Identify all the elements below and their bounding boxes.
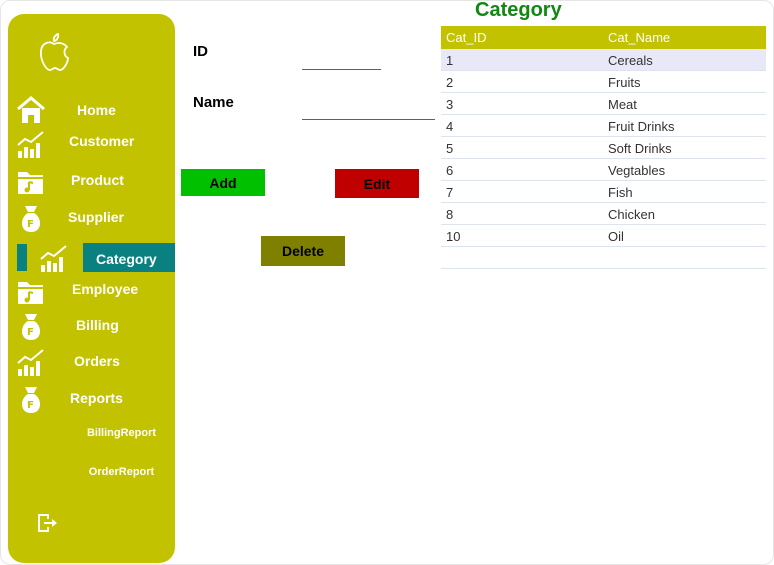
table-empty-row: [441, 247, 766, 269]
svg-text:F: F: [27, 219, 34, 230]
logout-icon[interactable]: [36, 512, 58, 534]
id-input[interactable]: [302, 48, 381, 70]
cell-cat-id: 2: [446, 75, 454, 90]
billing-report-button[interactable]: BillingReport: [68, 415, 175, 451]
column-header-cat-id[interactable]: Cat_ID: [446, 30, 486, 45]
chart-icon: [40, 245, 67, 272]
nav-product[interactable]: Product: [8, 166, 175, 200]
nav-customer[interactable]: Customer: [8, 128, 175, 162]
nav-billing[interactable]: F Billing: [8, 311, 175, 345]
category-table: Cat_ID Cat_Name 1 Cereals 2 Fruits 3 Mea…: [441, 26, 766, 269]
table-row[interactable]: 10 Oil: [441, 225, 766, 247]
nav-orders-label: Orders: [74, 353, 120, 369]
table-row[interactable]: 5 Soft Drinks: [441, 137, 766, 159]
table-row[interactable]: 6 Vegtables: [441, 159, 766, 181]
nav-product-label: Product: [71, 172, 124, 188]
nav-employee-label: Employee: [72, 281, 139, 297]
nav-home-label: Home: [77, 102, 116, 118]
chart-icon: [17, 349, 44, 376]
table-row[interactable]: 7 Fish: [441, 181, 766, 203]
cell-cat-id: 10: [446, 229, 461, 244]
nav-home[interactable]: Home: [8, 94, 175, 128]
edit-button[interactable]: Edit: [335, 169, 419, 198]
order-report-button[interactable]: OrderReport: [68, 454, 175, 490]
table-row[interactable]: 1 Cereals: [441, 49, 766, 71]
nav-billing-label: Billing: [76, 317, 119, 333]
table-row[interactable]: 8 Chicken: [441, 203, 766, 225]
delete-button[interactable]: Delete: [261, 236, 345, 266]
nav-customer-label: Customer: [69, 133, 135, 149]
home-icon: [17, 96, 45, 123]
nav-employee[interactable]: Employee: [8, 276, 175, 310]
name-input[interactable]: [302, 98, 435, 120]
cell-cat-name: Soft Drinks: [608, 141, 672, 156]
nav-category-label: Category: [96, 251, 157, 267]
add-button[interactable]: Add: [181, 169, 265, 196]
nav-reports-label: Reports: [70, 390, 123, 406]
table-header: Cat_ID Cat_Name: [441, 26, 766, 49]
nav-supplier[interactable]: F Supplier: [8, 203, 175, 237]
cell-cat-id: 8: [446, 207, 454, 222]
music-folder-icon: [18, 172, 43, 194]
cell-cat-id: 6: [446, 163, 454, 178]
music-folder-icon: [18, 282, 43, 304]
svg-text:F: F: [27, 327, 34, 338]
column-header-cat-name[interactable]: Cat_Name: [608, 30, 670, 45]
cell-cat-id: 4: [446, 119, 454, 134]
cell-cat-id: 1: [446, 53, 454, 68]
apple-logo-icon: [40, 32, 69, 71]
sidebar: Home Customer Product F Supplier Categor…: [8, 14, 175, 563]
table-row[interactable]: 2 Fruits: [441, 71, 766, 93]
name-label: Name: [193, 94, 234, 111]
cell-cat-name: Chicken: [608, 207, 655, 222]
cell-cat-name: Fruit Drinks: [608, 119, 675, 134]
cell-cat-name: Vegtables: [608, 163, 666, 178]
table-row[interactable]: 3 Meat: [441, 93, 766, 115]
nav-orders[interactable]: Orders: [8, 346, 175, 380]
cell-cat-name: Cereals: [608, 53, 653, 68]
table-row[interactable]: 4 Fruit Drinks: [441, 115, 766, 137]
money-bag-icon: F: [21, 387, 41, 413]
money-bag-icon: F: [21, 206, 41, 232]
id-label: ID: [193, 43, 208, 60]
money-bag-icon: F: [21, 314, 41, 340]
table-title: Category: [475, 0, 562, 21]
cell-cat-name: Fish: [608, 185, 633, 200]
nav-category[interactable]: Category: [8, 242, 175, 276]
cell-cat-id: 3: [446, 97, 454, 112]
cell-cat-id: 5: [446, 141, 454, 156]
cell-cat-id: 7: [446, 185, 454, 200]
cell-cat-name: Fruits: [608, 75, 641, 90]
nav-supplier-label: Supplier: [68, 209, 125, 225]
cell-cat-name: Meat: [608, 97, 637, 112]
nav-reports[interactable]: F Reports: [8, 384, 175, 418]
cell-cat-name: Oil: [608, 229, 624, 244]
svg-text:F: F: [27, 400, 34, 411]
chart-icon: [17, 131, 44, 158]
